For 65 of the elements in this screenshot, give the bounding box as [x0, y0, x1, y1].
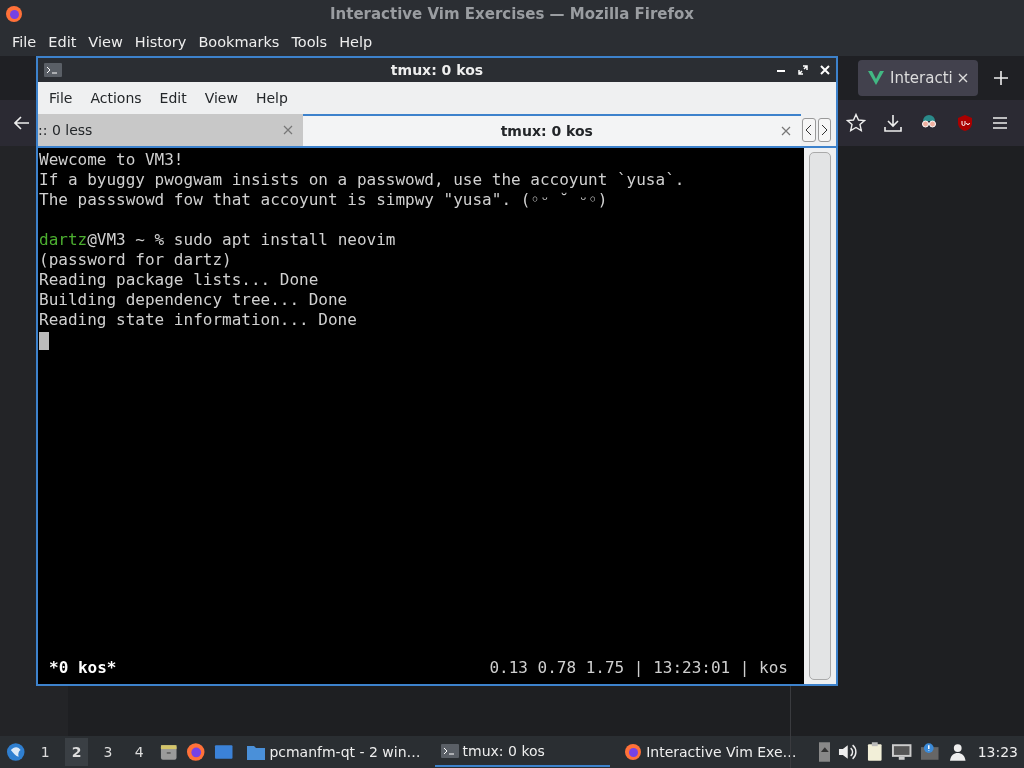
menu-item[interactable]: Help — [333, 34, 379, 50]
start-menu-icon[interactable] — [6, 742, 26, 762]
terminal-command: @VM3 ~ % sudo apt install neovim — [87, 230, 396, 249]
menu-item[interactable]: History — [128, 34, 193, 50]
scroll-left-button[interactable] — [802, 118, 816, 142]
firefox-icon — [624, 743, 643, 761]
menu-item[interactable]: View — [82, 34, 129, 50]
star-icon[interactable] — [846, 113, 866, 133]
terminal-line: Reading state information... Done — [39, 310, 358, 330]
v-logo-icon — [868, 71, 884, 85]
firefox-icon — [5, 5, 23, 23]
window-title: tmux: 0 kos — [389, 62, 485, 78]
menu-item[interactable]: Tools — [285, 34, 334, 50]
terminal-line: (password for dartz) — [39, 250, 233, 270]
workspace-button[interactable]: 4 — [127, 738, 151, 766]
tmux-status-info: 0.13 0.78 1.75 | 13:23:01 | kos — [489, 658, 788, 678]
menu-item[interactable]: Edit — [42, 34, 83, 50]
terminal-line: Wewcome to VM3! — [39, 150, 185, 170]
folder-icon — [247, 744, 266, 760]
clipboard-icon[interactable] — [865, 742, 884, 762]
volume-icon[interactable] — [838, 743, 858, 761]
menu-item[interactable]: Actions — [81, 90, 151, 106]
menu-item[interactable]: File — [6, 34, 43, 50]
terminal-tab[interactable]: :: 0 less — [38, 114, 303, 146]
shield-icon[interactable] — [956, 114, 974, 132]
clock: 13:23 — [976, 744, 1018, 760]
browser-tab[interactable]: Interacti — [858, 60, 978, 96]
menu-item[interactable]: Bookmarks — [192, 34, 286, 50]
taskbar-task[interactable]: Interactive Vim Exe… — [618, 737, 803, 767]
terminal-tab[interactable]: tmux: 0 kos — [302, 114, 802, 146]
terminal-line: Building dependency tree... Done — [39, 290, 349, 310]
taskbar-task[interactable]: pcmanfm-qt - 2 win… — [241, 737, 427, 767]
download-icon[interactable] — [884, 114, 902, 132]
menu-item[interactable]: Edit — [150, 90, 196, 106]
window-title: Interactive Vim Exercises — Mozilla Firefox — [328, 5, 695, 23]
terminal-line: The passswowd fow that accoyunt is simpwy "yusa". (◦ᵕ ˘ ᵕ◦) — [39, 190, 609, 210]
user-figure-icon[interactable] — [948, 742, 968, 762]
terminal-icon — [44, 63, 62, 77]
workspace-button[interactable]: 3 — [96, 738, 120, 766]
tmux-window-name: *0 kos* — [49, 658, 117, 678]
text-cursor — [39, 331, 49, 350]
notification-icon[interactable] — [920, 743, 941, 761]
back-arrow-icon[interactable] — [14, 116, 30, 130]
new-tab-icon[interactable] — [994, 71, 1008, 85]
workspace-button[interactable]: 1 — [33, 738, 57, 766]
menu-item[interactable]: Help — [246, 90, 297, 106]
workspace-button[interactable]: 2 — [64, 738, 89, 766]
file-cabinet-icon[interactable] — [158, 742, 179, 762]
scroll-right-button[interactable] — [817, 118, 831, 142]
prompt-user: dartz — [39, 230, 88, 249]
scrollbar[interactable] — [804, 148, 836, 684]
terminal-line: If a byuggy pwogwam insists on a passwowd, use the accoyunt `yusa`. — [39, 170, 686, 190]
terminal-icon — [440, 744, 459, 758]
menu-item[interactable]: View — [195, 90, 247, 106]
menu-item[interactable]: File — [40, 90, 82, 106]
menu-icon[interactable] — [992, 116, 1008, 130]
chevron-right-icon — [820, 124, 828, 136]
terminal-line: Reading package lists... Done — [39, 270, 320, 290]
chevron-left-icon — [805, 124, 813, 136]
desktop-icon[interactable] — [213, 742, 234, 762]
network-icon[interactable] — [891, 743, 913, 761]
taskbar-task[interactable]: tmux: 0 kos — [434, 737, 611, 767]
eject-icon[interactable] — [818, 742, 831, 762]
maximize-icon[interactable] — [798, 65, 808, 75]
firefox-icon[interactable] — [186, 742, 206, 762]
